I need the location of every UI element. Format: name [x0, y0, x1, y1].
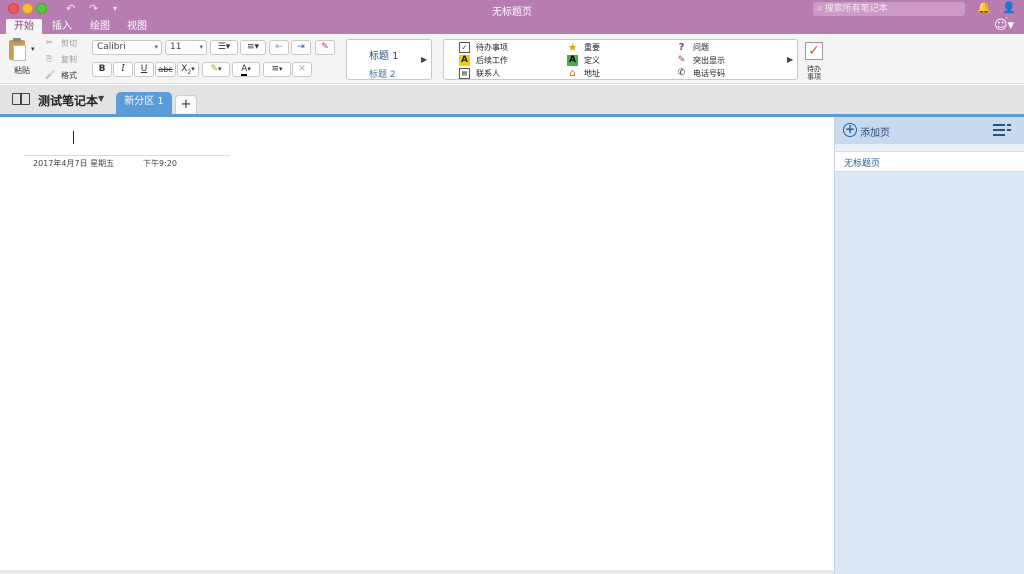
font-size-select[interactable]: 11 ▾	[165, 40, 207, 55]
tags-more-arrow-icon[interactable]: ▶	[787, 55, 793, 64]
ribbon-tabs: 开始 插入 绘图 视图 ☺▾	[0, 18, 1024, 34]
tag-followup[interactable]: A 后续工作	[459, 55, 508, 66]
clear-formatting-x-icon[interactable]: ✕	[292, 62, 312, 77]
phone-icon: ✆	[677, 68, 686, 78]
page-panel-header: + 添加页	[835, 117, 1024, 144]
page-title-underline	[24, 155, 230, 156]
letter-a-green-icon: A	[567, 55, 578, 66]
search-placeholder: 搜索所有笔记本	[824, 4, 888, 14]
tag-todo[interactable]: ✓ 待办事项	[459, 42, 508, 53]
tab-draw[interactable]: 绘图	[82, 19, 118, 34]
tag-address-label: 地址	[584, 69, 600, 78]
clear-formatting-eraser-icon[interactable]: ✎	[315, 40, 335, 55]
page-time: 下午9:20	[143, 159, 177, 168]
tag-todo-label: 待办事项	[476, 43, 508, 52]
font-name-value: Calibri	[97, 42, 126, 52]
highlighter-icon: ✎	[210, 64, 219, 74]
sort-pages-icon[interactable]	[993, 124, 1011, 136]
page-list-panel: + 添加页 无标题页	[834, 117, 1024, 574]
chevron-down-icon: ▾	[199, 43, 203, 51]
font-color-button[interactable]: A▾	[232, 62, 260, 77]
question-mark-icon: ?	[678, 42, 685, 53]
tag-definition[interactable]: A 定义	[567, 55, 600, 66]
tag-phone[interactable]: ✆ 电话号码	[676, 68, 725, 79]
letter-a-yellow-icon: A	[459, 55, 470, 66]
section-tab[interactable]: 新分区 1	[116, 92, 172, 114]
tag-contact-label: 联系人	[476, 69, 500, 78]
highlight-button[interactable]: ✎▾	[202, 62, 230, 77]
notebook-bar: 测试笔记本 ▼ 新分区 1 +	[0, 85, 1024, 114]
tag-question-label: 问题	[693, 43, 709, 52]
page-date: 2017年4月7日 星期五	[33, 159, 115, 168]
paste-options-dropdown[interactable]: ▾	[31, 45, 35, 53]
page-list-item-label: 无标题页	[844, 159, 881, 169]
tag-highlight[interactable]: ✎ 突出显示	[676, 55, 725, 66]
chevron-down-icon: ▾	[154, 43, 158, 51]
note-canvas[interactable]: 2017年4月7日 星期五 下午9:20	[0, 117, 834, 574]
search-icon: ⌕	[817, 3, 823, 14]
copy-button[interactable]: 复制	[61, 54, 77, 65]
notebook-book-icon[interactable]	[12, 93, 30, 105]
styles-more-arrow-icon[interactable]: ▶	[421, 55, 427, 64]
align-button[interactable]: ≡▾	[263, 62, 291, 77]
add-section-button[interactable]: +	[175, 95, 197, 114]
styles-gallery: 标题 1 标题 2 ▶	[346, 39, 432, 80]
bold-button[interactable]: B	[92, 62, 112, 77]
paste-icon[interactable]	[9, 40, 26, 61]
tag-highlight-label: 突出显示	[693, 56, 725, 65]
tag-phone-label: 电话号码	[693, 69, 725, 78]
numbering-button[interactable]: ≡▾	[240, 40, 266, 55]
page-list-item[interactable]: 无标题页	[835, 151, 1024, 172]
cut-button[interactable]: 剪切	[61, 38, 77, 49]
feedback-smiley-icon[interactable]: ☺▾	[994, 18, 1014, 33]
ribbon: ▾ 粘贴 ✂ 剪切 ⎘ 复制 🖌 格式 Calibri ▾ 11 ▾ ☰▾ ≡▾ ⇤…	[0, 34, 1024, 84]
clipboard-clip-icon	[13, 38, 21, 42]
increase-indent-button[interactable]: ⇥	[291, 40, 311, 55]
notification-bell-icon[interactable]: 🔔	[977, 1, 991, 14]
page-panel-gap	[835, 144, 1024, 151]
contact-card-icon: ▤	[459, 68, 470, 79]
tab-view[interactable]: 视图	[119, 19, 155, 34]
subscript-button[interactable]: X2▾	[177, 62, 199, 77]
text-cursor	[73, 131, 74, 144]
copy-icon: ⎘	[46, 54, 53, 63]
format-painter-icon: 🖌	[45, 70, 56, 79]
font-size-value: 11	[170, 42, 182, 52]
tag-contact[interactable]: ▤ 联系人	[459, 68, 500, 79]
style-heading1[interactable]: 标题 1	[369, 47, 399, 62]
paste-button-label[interactable]: 粘贴	[14, 65, 30, 76]
house-icon: ⌂	[569, 68, 576, 79]
strikethrough-button[interactable]: abc	[155, 62, 176, 77]
underline-button[interactable]: U	[134, 62, 154, 77]
format-painter-button[interactable]: 格式	[61, 70, 77, 81]
tag-question[interactable]: ? 问题	[676, 42, 709, 53]
decrease-indent-button[interactable]: ⇤	[269, 40, 289, 55]
canvas-bottom-edge	[0, 570, 834, 574]
checkbox-icon: ✓	[459, 42, 470, 53]
star-icon: ★	[567, 41, 578, 54]
tag-address[interactable]: ⌂ 地址	[567, 68, 600, 79]
todo-button-label[interactable]: 待办事项	[805, 65, 823, 81]
notebook-name[interactable]: 测试笔记本	[38, 92, 98, 109]
search-input[interactable]: ⌕ 搜索所有笔记本	[813, 2, 965, 16]
tags-gallery: ✓ 待办事项 A 后续工作 ▤ 联系人 ★ 重要 A 定义 ⌂ 地址 ? 问题 ✎ 突出显示 ✆…	[443, 39, 798, 80]
todo-checkmark-icon[interactable]: ✓	[805, 42, 823, 60]
add-page-plus-icon[interactable]: +	[843, 123, 857, 137]
title-bar: ↶ ↷ ▾ 无标题页 ⌕搜索所有笔记本 🔔 👤+	[0, 0, 1024, 27]
style-heading2[interactable]: 标题 2	[369, 67, 396, 80]
tab-insert[interactable]: 插入	[44, 19, 80, 34]
tag-important[interactable]: ★ 重要	[567, 42, 600, 53]
highlighter-pen-icon: ✎	[677, 55, 686, 65]
tag-definition-label: 定义	[584, 56, 600, 65]
tag-followup-label: 后续工作	[476, 56, 508, 65]
notebook-dropdown-icon[interactable]: ▼	[98, 94, 104, 103]
tab-home[interactable]: 开始	[6, 19, 42, 34]
font-name-select[interactable]: Calibri ▾	[92, 40, 162, 55]
cut-icon: ✂	[46, 38, 53, 47]
tag-important-label: 重要	[584, 43, 600, 52]
italic-button[interactable]: I	[113, 62, 133, 77]
bullets-button[interactable]: ☰▾	[210, 40, 238, 55]
add-page-button[interactable]: 添加页	[860, 124, 890, 139]
